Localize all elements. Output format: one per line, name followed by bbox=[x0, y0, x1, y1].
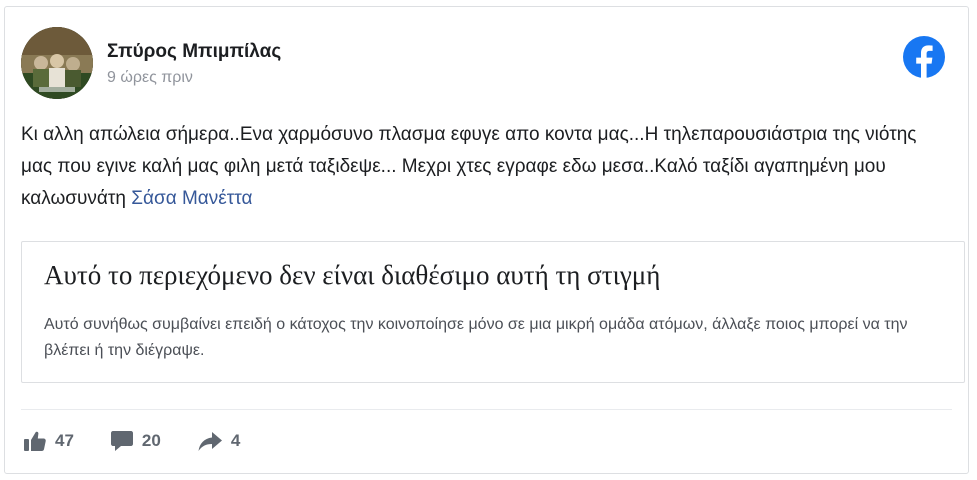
post-timestamp[interactable]: 9 ώρες πριν bbox=[107, 69, 193, 87]
comment-button[interactable]: 20 bbox=[110, 430, 161, 452]
comment-count: 20 bbox=[141, 431, 161, 450]
unavailable-content-box: Αυτό το περιεχόμενο δεν είναι διαθέσιμο … bbox=[21, 241, 965, 383]
share-arrow-icon bbox=[197, 430, 223, 452]
post-header: Σπύρος Μπιμπίλας 9 ώρες πριν bbox=[21, 27, 952, 101]
facebook-logo-icon[interactable] bbox=[902, 35, 946, 79]
unavailable-description: Αυτό συνήθως συμβαίνει επειδή ο κάτοχος … bbox=[44, 316, 908, 359]
share-button[interactable]: 4 bbox=[197, 430, 240, 452]
avatar[interactable] bbox=[21, 27, 93, 99]
mention-link[interactable]: Σάσα Μανέττα bbox=[131, 188, 252, 209]
like-button[interactable]: 47 bbox=[23, 430, 74, 452]
like-count: 47 bbox=[55, 431, 74, 450]
divider bbox=[21, 409, 952, 410]
author-name[interactable]: Σπύρος Μπιμπίλας bbox=[107, 41, 281, 63]
post-text: Κι αλλη απώλεια σήμερα..Ενα χαρμόσυνο πλ… bbox=[21, 119, 951, 215]
unavailable-title: Αυτό το περιεχόμενο δεν είναι διαθέσιμο … bbox=[44, 260, 661, 290]
embedded-post-card: Σπύρος Μπιμπίλας 9 ώρες πριν Κι αλλη απώ… bbox=[4, 6, 969, 474]
thumbs-up-icon bbox=[23, 430, 47, 452]
reactions-bar: 47 20 4 bbox=[23, 425, 276, 457]
comment-bubble-icon bbox=[110, 430, 134, 452]
share-count: 4 bbox=[230, 431, 241, 450]
avatar-image bbox=[21, 27, 93, 99]
